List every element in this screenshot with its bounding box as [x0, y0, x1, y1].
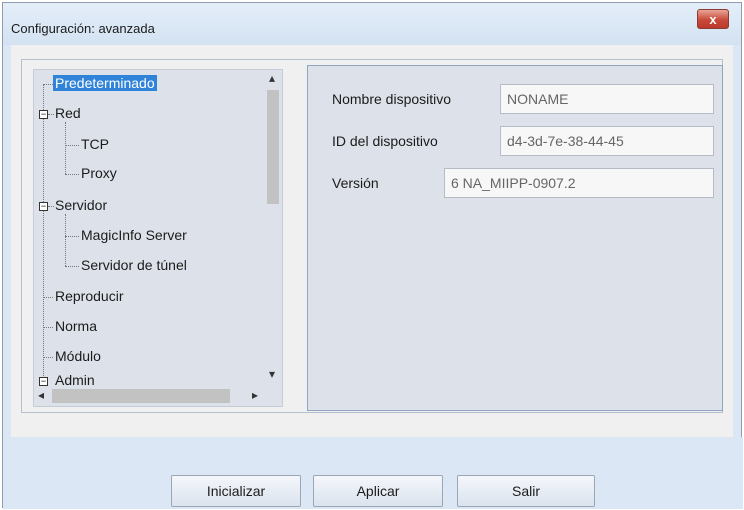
button-bar: Inicializar Aplicar Salir [3, 437, 743, 509]
collapse-servidor-icon[interactable]: − [39, 202, 48, 211]
scroll-down-icon[interactable]: ▾ [269, 367, 275, 381]
tree-connector [43, 84, 44, 378]
tree-item-tcp[interactable]: TCP [81, 136, 109, 152]
close-icon: x [709, 12, 717, 27]
scroll-right-icon[interactable]: ▸ [252, 388, 258, 402]
tree-item-norma[interactable]: Norma [55, 318, 97, 334]
details-panel: Nombre dispositivo NONAME ID del disposi… [307, 65, 723, 411]
tree-item-red[interactable]: Red [55, 105, 81, 121]
tree-item-magicinfo-server[interactable]: MagicInfo Server [81, 227, 187, 243]
close-button[interactable]: x [697, 9, 729, 29]
window-title: Configuración: avanzada [11, 21, 155, 36]
title-bar[interactable]: Configuración: avanzada x [3, 3, 741, 45]
tree-item-modulo[interactable]: Módulo [55, 348, 101, 364]
tree-connector [65, 236, 79, 237]
tree-connector [65, 266, 79, 267]
tree-item-proxy[interactable]: Proxy [81, 165, 117, 181]
device-id-field[interactable]: d4-3d-7e-38-44-45 [500, 126, 714, 156]
tree-connector [43, 327, 53, 328]
tree-vertical-scrollbar[interactable]: ▴ ▾ [265, 70, 282, 386]
content-area: − − − Predeterminado Red TCP Proxy Servi… [11, 45, 733, 437]
tree-connector [48, 114, 54, 115]
tree-connector [43, 357, 53, 358]
device-name-field[interactable]: NONAME [500, 84, 714, 114]
scroll-left-icon[interactable]: ◂ [38, 388, 44, 402]
exit-button[interactable]: Salir [457, 475, 595, 507]
device-id-label: ID del dispositivo [332, 133, 438, 149]
tree-item-servidor-de-tunel[interactable]: Servidor de túnel [81, 257, 187, 273]
collapse-admin-icon[interactable]: − [39, 377, 48, 386]
tree-connector [43, 297, 53, 298]
version-field[interactable]: 6 NA_MIIPP-0907.2 [444, 168, 714, 198]
tree-connector [65, 214, 66, 266]
tree-item-reproducir[interactable]: Reproducir [55, 288, 123, 304]
initialize-button[interactable]: Inicializar [171, 475, 301, 507]
apply-button[interactable]: Aplicar [313, 475, 443, 507]
vertical-scroll-thumb[interactable] [267, 90, 279, 204]
version-label: Versión [332, 175, 379, 191]
tree-connector [48, 206, 54, 207]
configuration-dialog: Configuración: avanzada x − − − Predeter… [2, 2, 743, 509]
horizontal-scroll-thumb[interactable] [52, 389, 230, 403]
device-name-label: Nombre dispositivo [332, 91, 452, 107]
tree-connector [65, 174, 79, 175]
tree-connector [65, 145, 79, 146]
tree-item-predeterminado[interactable]: Predeterminado [53, 75, 157, 91]
tree-connector [65, 122, 66, 174]
collapse-red-icon[interactable]: − [39, 110, 48, 119]
tree-connector [43, 84, 53, 85]
tree-item-servidor[interactable]: Servidor [55, 197, 107, 213]
tree-horizontal-scrollbar[interactable]: ◂ ▸ [34, 386, 266, 406]
scroll-up-icon[interactable]: ▴ [269, 71, 275, 85]
settings-tree[interactable]: − − − Predeterminado Red TCP Proxy Servi… [33, 69, 283, 407]
